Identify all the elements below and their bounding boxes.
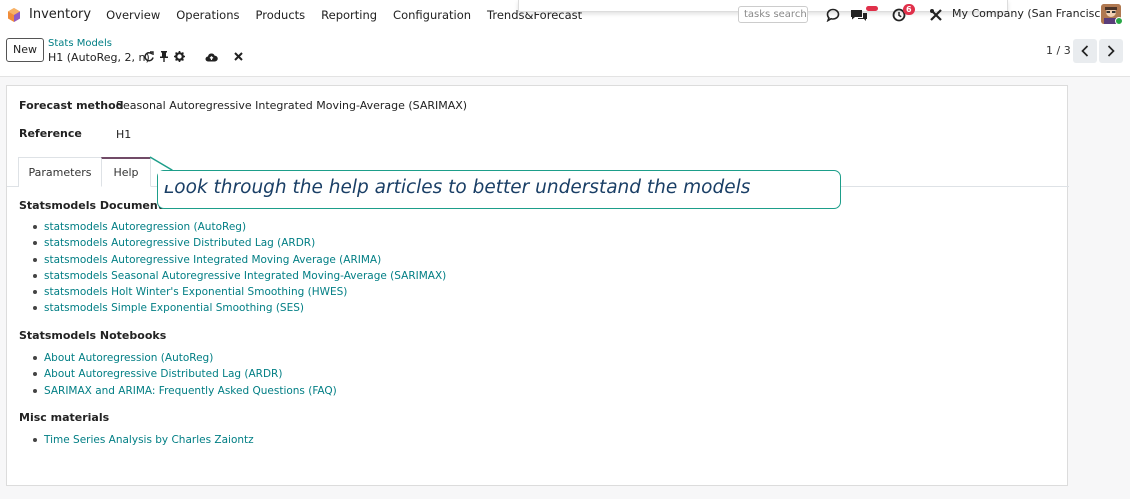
chevron-right-icon — [1107, 45, 1115, 57]
tab-help[interactable]: Help — [101, 157, 151, 187]
help-tooltip: Look through the help articles to better… — [157, 170, 841, 209]
pager-value[interactable]: 1 / 3 — [1046, 44, 1071, 57]
help-link[interactable]: statsmodels Autoregression (AutoReg) — [33, 219, 446, 235]
help-link[interactable]: statsmodels Seasonal Autoregressive Inte… — [33, 268, 446, 284]
inventory-app-icon[interactable] — [7, 7, 21, 22]
help-link[interactable]: statsmodels Autoregressive Distributed L… — [33, 235, 446, 251]
tab-parameters[interactable]: Parameters — [18, 157, 102, 187]
new-button[interactable]: New — [6, 38, 44, 62]
help-link[interactable]: Time Series Analysis by Charles Zaiontz — [33, 432, 254, 448]
menu-configuration[interactable]: Configuration — [393, 8, 471, 22]
tooltip-pointer-mask — [158, 171, 176, 185]
gear-icon[interactable] — [174, 51, 185, 62]
discard-icon[interactable] — [234, 52, 243, 61]
documentation-link-list: statsmodels Autoregression (AutoReg) sta… — [33, 219, 446, 317]
activity-badge: 6 — [903, 4, 915, 15]
help-link[interactable]: About Autoregression (AutoReg) — [33, 350, 337, 366]
menu-products[interactable]: Products — [255, 8, 305, 22]
debug-tools-icon[interactable] — [929, 6, 943, 23]
form-sheet: Forecast method Seasonal Autoregressive … — [6, 85, 1069, 486]
menu-operations[interactable]: Operations — [176, 8, 239, 22]
help-link[interactable]: statsmodels Holt Winter's Exponential Sm… — [33, 284, 446, 300]
section-title-notebooks: Statsmodels Notebooks — [19, 329, 167, 342]
help-link[interactable]: statsmodels Autoregressive Integrated Mo… — [33, 252, 446, 268]
breadcrumb-parent[interactable]: Stats Models — [48, 38, 112, 49]
chevron-left-icon — [1081, 45, 1089, 57]
online-status-dot — [1115, 17, 1123, 25]
notebooks-link-list: About Autoregression (AutoReg) About Aut… — [33, 350, 337, 399]
tasks-search-input[interactable]: tasks search — [738, 6, 808, 23]
pin-icon[interactable] — [160, 51, 168, 62]
reference-label: Reference — [19, 127, 82, 140]
messages-badge — [866, 6, 878, 11]
help-link[interactable]: About Autoregressive Distributed Lag (AR… — [33, 366, 337, 382]
forecast-method-label: Forecast method — [19, 99, 124, 112]
pager-previous-button[interactable] — [1073, 39, 1097, 63]
record-actions — [144, 51, 243, 62]
menu-reporting[interactable]: Reporting — [321, 8, 377, 22]
company-switcher[interactable]: My Company (San Francisco) — [952, 7, 1111, 20]
reference-field[interactable]: H1 — [116, 128, 131, 141]
help-link[interactable]: statsmodels Simple Exponential Smoothing… — [33, 300, 446, 316]
misc-link-list: Time Series Analysis by Charles Zaiontz — [33, 432, 254, 448]
help-link[interactable]: SARIMAX and ARIMA: Frequently Asked Ques… — [33, 383, 337, 399]
record-name: H1 (AutoReg, 2, n) — [48, 51, 150, 64]
refresh-icon[interactable] — [144, 51, 154, 62]
app-name[interactable]: Inventory — [29, 7, 91, 22]
section-title-misc: Misc materials — [19, 411, 110, 424]
menu-overview[interactable]: Overview — [106, 8, 160, 22]
pager-next-button[interactable] — [1099, 39, 1123, 63]
save-cloud-icon[interactable] — [205, 52, 218, 62]
control-panel: New Stats Models H1 (AutoReg, 2, n) 1 / … — [0, 29, 1130, 77]
forecast-method-field[interactable]: Seasonal Autoregressive Integrated Movin… — [116, 99, 467, 112]
chat-icon[interactable] — [826, 6, 840, 23]
